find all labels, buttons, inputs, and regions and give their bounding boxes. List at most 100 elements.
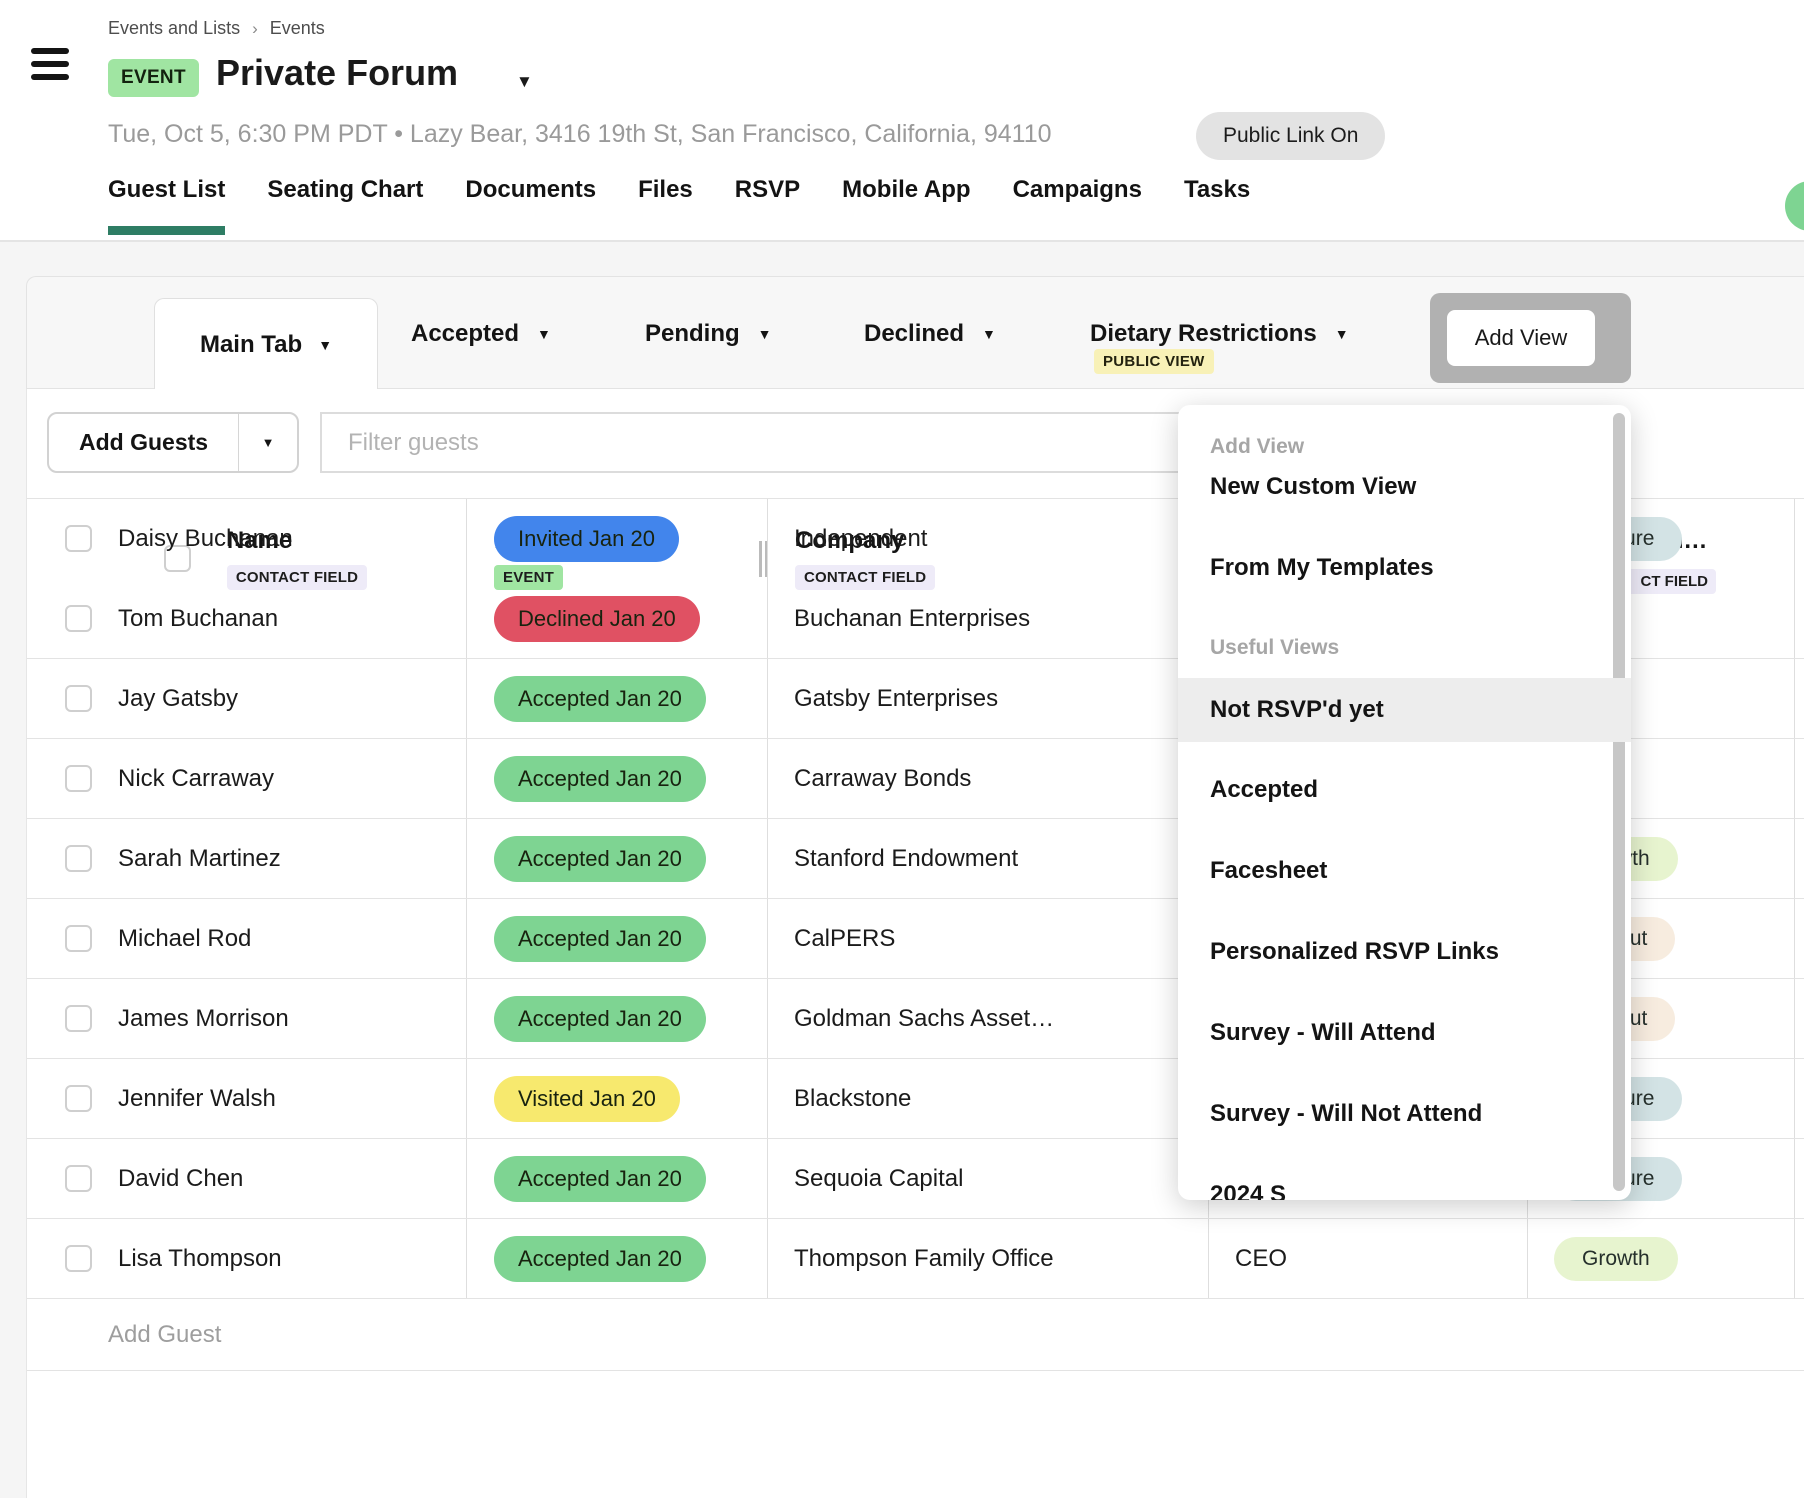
nav-tab-rsvp[interactable]: RSVP (735, 176, 800, 235)
nav-tab-mobile-app[interactable]: Mobile App (842, 176, 970, 235)
dropdown-item-label: Facesheet (1210, 857, 1327, 885)
cell-name: Michael Rod (27, 899, 467, 978)
cell-name: David Chen (27, 1139, 467, 1218)
company-name: Carraway Bonds (794, 765, 971, 793)
add-guests-chevron-down-icon[interactable]: ▼ (239, 414, 297, 471)
dropdown-item-label: Accepted (1210, 776, 1318, 804)
cell-name: James Morrison (27, 979, 467, 1058)
guest-name: Michael Rod (118, 925, 251, 953)
dropdown-item-personalized-rsvp-links[interactable]: Personalized RSVP Links (1178, 920, 1631, 984)
view-tab-accepted[interactable]: Accepted ▼ (411, 277, 551, 390)
chevron-down-icon: ▼ (537, 326, 551, 342)
row-checkbox[interactable] (65, 1245, 92, 1272)
view-tab-declined[interactable]: Declined▼ (864, 277, 996, 390)
add-guests-label[interactable]: Add Guests (49, 414, 238, 471)
view-tab-pending[interactable]: Pending▼ (645, 277, 772, 390)
view-tab-label: Main Tab (200, 331, 302, 359)
company-name: Gatsby Enterprises (794, 685, 998, 713)
view-tab-label: Accepted (411, 320, 519, 348)
dropdown-item-accepted[interactable]: Accepted (1178, 758, 1631, 822)
cell-rsvp: Accepted Jan 20 (467, 979, 768, 1058)
rsvp-status-badge: Invited Jan 20 (494, 516, 679, 562)
nav-tab-seating-chart[interactable]: Seating Chart (267, 176, 423, 235)
dropdown-item-new-custom-view[interactable]: New Custom View (1178, 455, 1631, 519)
cell-company: Gatsby Enterprises (768, 659, 1209, 738)
breadcrumb-separator-icon: › (252, 19, 258, 39)
guest-name: Sarah Martinez (118, 845, 281, 873)
row-checkbox[interactable] (65, 1005, 92, 1032)
company-name: Independent (794, 525, 927, 553)
dropdown-item-facesheet[interactable]: Facesheet (1178, 839, 1631, 903)
guest-name: Jay Gatsby (118, 685, 238, 713)
dropdown-item-survey-will-not-attend[interactable]: Survey - Will Not Attend (1178, 1082, 1631, 1146)
row-checkbox[interactable] (65, 1085, 92, 1112)
view-tab-main-tab[interactable]: Main Tab ▼ (154, 298, 378, 391)
row-checkbox[interactable] (65, 685, 92, 712)
add-guests-split-button[interactable]: Add Guests ▼ (47, 412, 299, 473)
filter-guests-input[interactable] (320, 412, 1220, 473)
cell-company: Stanford Endowment (768, 819, 1209, 898)
guest-name: Jennifer Walsh (118, 1085, 276, 1113)
cell-add-guest: Add Guest (27, 1299, 1804, 1370)
dropdown-item-label: 2024 S (1210, 1181, 1286, 1200)
row-checkbox[interactable] (65, 925, 92, 952)
cell-extra (1795, 819, 1804, 898)
company-name: Buchanan Enterprises (794, 605, 1030, 633)
guest-name: Nick Carraway (118, 765, 274, 793)
breadcrumb-events[interactable]: Events (270, 18, 325, 39)
hamburger-menu-icon[interactable] (31, 48, 71, 82)
cell-rsvp: Accepted Jan 20 (467, 819, 768, 898)
dropdown-item-not-rsvp-d-yet[interactable]: Not RSVP'd yet (1178, 678, 1631, 742)
cell-company: Blackstone (768, 1059, 1209, 1138)
cell-name: Nick Carraway (27, 739, 467, 818)
rsvp-status-badge: Accepted Jan 20 (494, 916, 706, 962)
guest-title: CEO (1235, 1245, 1287, 1273)
dropdown-item-label: Useful Views (1210, 636, 1339, 660)
row-checkbox[interactable] (65, 1165, 92, 1192)
row-checkbox[interactable] (65, 765, 92, 792)
avatar[interactable] (1785, 181, 1804, 231)
cell-extra (1795, 1219, 1804, 1298)
cell-extra (1795, 579, 1804, 658)
chevron-down-icon: ▼ (758, 326, 772, 342)
table-row: Lisa ThompsonAccepted Jan 20Thompson Fam… (27, 1218, 1804, 1298)
title-chevron-down-icon[interactable]: ▼ (516, 72, 533, 92)
rsvp-status-badge: Accepted Jan 20 (494, 836, 706, 882)
dropdown-item-survey-will-attend[interactable]: Survey - Will Attend (1178, 1001, 1631, 1065)
rsvp-status-badge: Accepted Jan 20 (494, 756, 706, 802)
company-name: CalPERS (794, 925, 895, 953)
add-view-button[interactable]: Add View (1447, 310, 1595, 366)
nav-tab-guest-list[interactable]: Guest List (108, 176, 225, 235)
breadcrumb: Events and Lists › Events (108, 18, 325, 39)
breadcrumb-events-and-lists[interactable]: Events and Lists (108, 18, 240, 39)
dropdown-item-label: Personalized RSVP Links (1210, 938, 1499, 966)
cell-rsvp: Accepted Jan 20 (467, 899, 768, 978)
nav-tab-tasks[interactable]: Tasks (1184, 176, 1250, 235)
cell-extra (1795, 1059, 1804, 1138)
cell-name: Lisa Thompson (27, 1219, 467, 1298)
row-checkbox[interactable] (65, 525, 92, 552)
segment-badge: Growth (1554, 1237, 1678, 1281)
company-name: Goldman Sachs Asset… (794, 1005, 1054, 1033)
cell-company: Independent (768, 499, 1209, 578)
nav-tab-campaigns[interactable]: Campaigns (1013, 176, 1142, 235)
dropdown-item-2024-s[interactable]: 2024 S (1178, 1163, 1631, 1200)
dropdown-item-from-my-templates[interactable]: From My Templates (1178, 536, 1631, 600)
nav-tab-files[interactable]: Files (638, 176, 693, 235)
public-link-toggle-badge[interactable]: Public Link On (1196, 112, 1385, 160)
rsvp-status-badge: Declined Jan 20 (494, 596, 700, 642)
nav-tab-documents[interactable]: Documents (465, 176, 596, 235)
cell-company: CalPERS (768, 899, 1209, 978)
page-title: Private Forum (216, 52, 458, 94)
cell-rsvp: Accepted Jan 20 (467, 1139, 768, 1218)
add-guest-row[interactable]: Add Guest (27, 1298, 1804, 1371)
event-guest-list-app: Events and Lists › Events EVENT Private … (0, 0, 1804, 1498)
dropdown-item-label: New Custom View (1210, 473, 1416, 501)
view-tab-label: Declined (864, 320, 964, 348)
cell-name: Sarah Martinez (27, 819, 467, 898)
cell-rsvp: Accepted Jan 20 (467, 739, 768, 818)
row-checkbox[interactable] (65, 605, 92, 632)
guest-name: Daisy Buchanan (118, 525, 293, 553)
row-checkbox[interactable] (65, 845, 92, 872)
cell-rsvp: Accepted Jan 20 (467, 659, 768, 738)
